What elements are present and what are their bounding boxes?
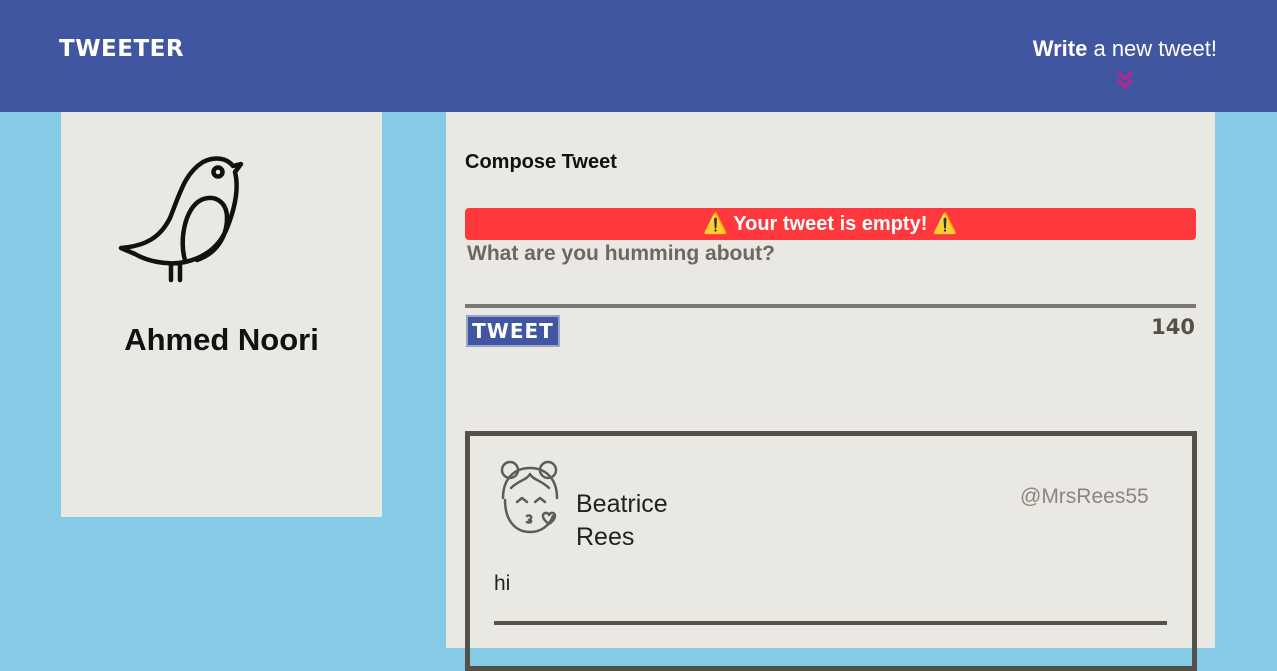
tweet-divider	[494, 621, 1167, 625]
write-tweet-toggle[interactable]: Write a new tweet!	[1033, 36, 1217, 62]
write-label-bold: Write	[1032, 36, 1088, 61]
profile-name: Ahmed Noori	[124, 322, 319, 357]
bird-icon	[118, 156, 244, 283]
girl-kiss-icon	[500, 460, 559, 534]
input-underline	[465, 304, 1196, 308]
double-chevron-down-icon[interactable]	[1115, 68, 1135, 92]
write-label-rest: a new tweet!	[1087, 36, 1217, 61]
top-nav: TWEETER Write a new tweet!	[0, 0, 1277, 112]
compose-title: Compose Tweet	[465, 151, 617, 173]
tweet-author-name: Beatrice Rees	[576, 490, 668, 551]
tweet-author-handle[interactable]: @MrsRees55	[1020, 485, 1149, 509]
tweet-card	[465, 431, 1197, 671]
tweet-text: hi	[494, 572, 511, 595]
error-message: ⚠️ Your tweet is empty! ⚠️	[465, 208, 1196, 240]
brand-logo[interactable]: TWEETER	[59, 36, 184, 62]
character-counter: 140	[1151, 315, 1195, 339]
tweet-input[interactable]	[465, 240, 1196, 306]
tweet-button[interactable]: TWEET	[466, 315, 560, 347]
